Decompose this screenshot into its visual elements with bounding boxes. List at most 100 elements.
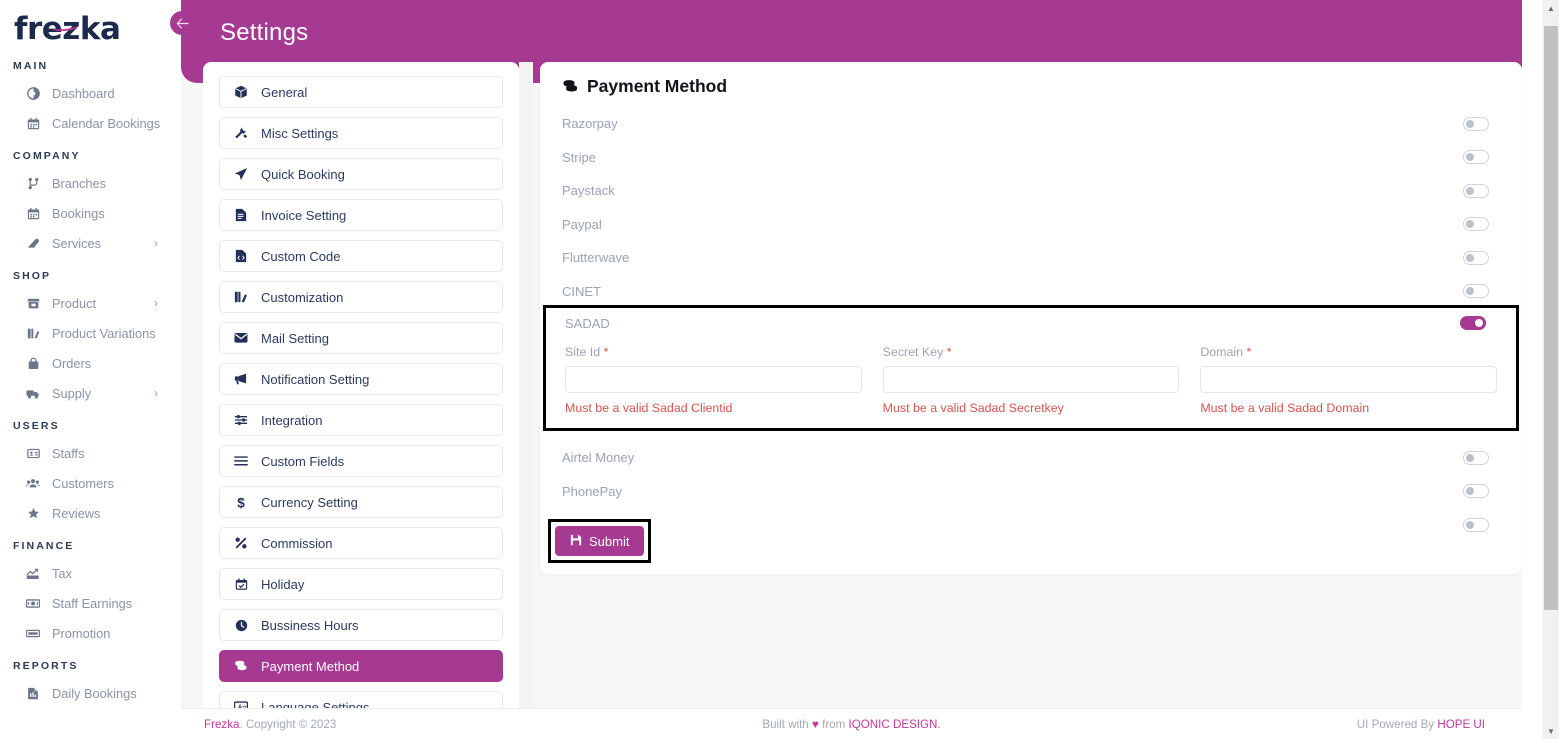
footer-brand[interactable]: Frezka	[204, 718, 239, 731]
field-input[interactable]	[565, 366, 862, 393]
field-input[interactable]	[882, 366, 1180, 393]
chevron-right-icon[interactable]: ›	[154, 387, 158, 399]
payment-method-toggle[interactable]	[1463, 116, 1489, 131]
settings-menu-item-general[interactable]: General	[219, 76, 503, 108]
sidebar-item-orders[interactable]: Orders	[0, 348, 180, 378]
field-label: Domain *	[1200, 345, 1497, 359]
settings-menu-item-custom-fields[interactable]: Custom Fields	[219, 445, 503, 477]
panel-header: Payment Method	[540, 62, 1522, 97]
truck-icon	[24, 385, 42, 401]
settings-menu-item-label: Invoice Setting	[261, 207, 347, 223]
field-label-text: Site Id	[565, 345, 601, 359]
settings-menu-item-quick-booking[interactable]: Quick Booking	[219, 158, 503, 190]
money-icon	[24, 595, 42, 611]
sidebar-item-branches[interactable]: Branches	[0, 168, 180, 198]
megaphone-icon	[232, 372, 250, 386]
payment-method-toggle[interactable]	[1463, 250, 1489, 265]
toggle-knob	[1466, 520, 1474, 529]
payment-method-toggle[interactable]	[1463, 150, 1489, 165]
sidebar-item-reviews[interactable]: Reviews	[0, 498, 180, 528]
payment-method-label: Paypal	[562, 216, 602, 232]
settings-menu-item-bussiness-hours[interactable]: Bussiness Hours	[219, 609, 503, 641]
field-error-message: Must be a valid Sadad Secretkey	[882, 401, 1064, 415]
dashboard-icon	[24, 85, 42, 101]
field-label: Secret Key *	[883, 345, 1180, 359]
sidebar-item-calendar-bookings[interactable]: Calendar Bookings	[0, 108, 180, 138]
payment-methods-bottom-list: Airtel Money PhonePay Midtrans	[540, 431, 1522, 542]
sidebar-item-bookings[interactable]: Bookings	[0, 198, 180, 228]
sidebar-item-supply[interactable]: Supply ›	[0, 378, 180, 408]
settings-menu-item-label: Notification Setting	[261, 371, 370, 387]
sidebar-item-label: Services	[52, 235, 102, 251]
settings-menu-item-invoice-setting[interactable]: Invoice Setting	[219, 199, 503, 231]
sidebar-item-customers[interactable]: Customers	[0, 468, 180, 498]
browser-scrollbar[interactable]: ▲ ▼	[1543, 0, 1559, 739]
settings-menu-item-mail-setting[interactable]: Mail Setting	[219, 322, 503, 354]
submit-button[interactable]: Submit	[555, 526, 645, 556]
settings-menu-item-custom-code[interactable]: Custom Code	[219, 240, 503, 272]
payment-method-toggle[interactable]	[1463, 484, 1489, 499]
chevron-right-icon[interactable]: ›	[154, 237, 158, 249]
payment-method-row: Razorpay	[540, 107, 1522, 141]
payment-method-row: Airtel Money	[540, 441, 1522, 475]
field-input[interactable]	[1200, 366, 1498, 393]
footer-iqonic-link[interactable]: IQONIC DESIGN.	[849, 718, 941, 731]
sidebar-item-product-variations[interactable]: Product Variations	[0, 318, 180, 348]
sidebar-item-label: Calendar Bookings	[52, 115, 161, 131]
payment-method-toggle[interactable]	[1463, 517, 1489, 532]
payment-method-label: Razorpay	[562, 116, 618, 132]
settings-menu-item-holiday[interactable]: Holiday	[219, 568, 503, 600]
field-label-text: Secret Key	[882, 345, 944, 359]
sidebar-item-daily-bookings[interactable]: Daily Bookings	[0, 678, 180, 708]
payment-method-label: Flutterwave	[562, 250, 630, 266]
payment-method-toggle[interactable]	[1463, 183, 1489, 198]
toggle-knob	[1475, 319, 1483, 327]
field-label: Site Id *	[565, 345, 862, 359]
payment-method-label: PhonePay	[562, 483, 622, 499]
settings-menu-scrollbar[interactable]	[519, 62, 533, 716]
payment-method-toggle[interactable]	[1463, 284, 1489, 299]
sadad-field-secret-key: Secret Key * Must be a valid Sadad Secret…	[882, 345, 1180, 415]
sadad-field-domain: Domain * Must be a valid Sadad Domain	[1200, 345, 1498, 415]
footer-hopeui-link[interactable]: HOPE UI	[1437, 718, 1485, 731]
sidebar-item-dashboard[interactable]: Dashboard	[0, 78, 180, 108]
sidebar-item-label: Supply	[52, 385, 92, 401]
sidebar-item-staffs[interactable]: Staffs	[0, 438, 180, 468]
sidebar-item-product[interactable]: Product ›	[0, 288, 180, 318]
settings-menu-item-misc-settings[interactable]: Misc Settings	[219, 117, 503, 149]
bag-icon	[24, 355, 42, 371]
toggle-knob	[1466, 487, 1474, 496]
settings-menu-item-label: Mail Setting	[261, 330, 329, 346]
scroll-down-arrow-icon[interactable]: ▼	[1543, 723, 1559, 739]
sidebar-item-tax[interactable]: Tax	[0, 558, 180, 588]
payment-method-panel: Payment Method Razorpay Stripe Paystack Pay…	[540, 62, 1522, 574]
settings-menu-item-label: Holiday	[261, 576, 305, 592]
sidebar-item-staff-earnings[interactable]: Staff Earnings	[0, 588, 180, 618]
sidebar-item-services[interactable]: Services ›	[0, 228, 180, 258]
settings-menu-item-integration[interactable]: Integration	[219, 404, 503, 436]
footer-copyright: Frezka. Copyright © 2023	[204, 718, 336, 731]
settings-menu-item-currency-setting[interactable]: $ Currency Setting	[219, 486, 503, 518]
payment-method-toggle[interactable]	[1463, 450, 1489, 465]
brand-logo[interactable]: frezka	[0, 0, 180, 48]
payment-method-label: Paystack	[562, 183, 615, 199]
footer-from: from	[818, 717, 849, 731]
dollar-icon: $	[232, 495, 250, 510]
payment-method-toggle[interactable]	[1463, 217, 1489, 232]
calendar-icon	[24, 205, 42, 221]
sidebar-item-promotion[interactable]: Promotion	[0, 618, 180, 648]
sidebar-item-label: Product	[52, 295, 97, 311]
scroll-up-arrow-icon[interactable]: ▲	[1543, 0, 1559, 16]
sidebar-item-label: Promotion	[52, 625, 111, 641]
sadad-fields-row: Site Id * Must be a valid Sadad Clientid S…	[546, 338, 1516, 415]
sadad-toggle[interactable]	[1460, 316, 1486, 330]
sidebar-item-label: Dashboard	[52, 85, 115, 101]
settings-menu-item-customization[interactable]: Customization	[219, 281, 503, 313]
settings-menu-item-commission[interactable]: Commission	[219, 527, 503, 559]
settings-menu-item-notification-setting[interactable]: Notification Setting	[219, 363, 503, 395]
chevron-right-icon[interactable]: ›	[154, 297, 158, 309]
main-sidebar: frezka MAIN Dashboard Calendar Bookings COM…	[0, 0, 180, 739]
settings-menu-item-payment-method[interactable]: Payment Method	[219, 650, 503, 682]
scrollbar-thumb[interactable]	[1544, 26, 1558, 610]
back-button[interactable]	[170, 11, 194, 35]
